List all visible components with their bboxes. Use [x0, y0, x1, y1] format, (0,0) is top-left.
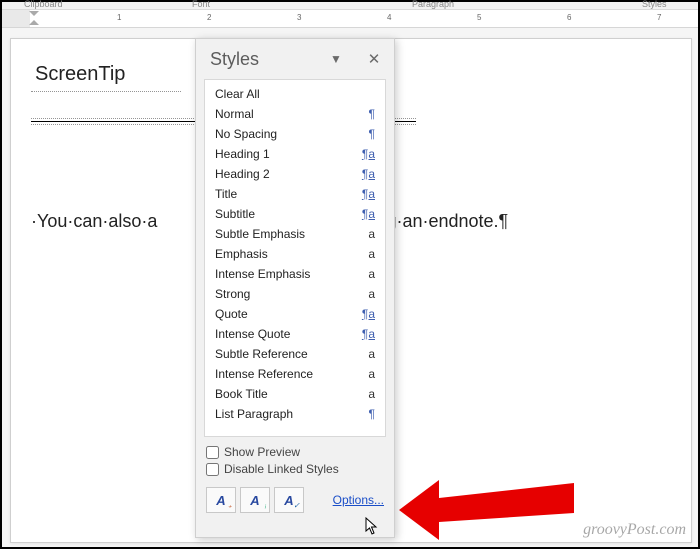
show-preview-label: Show Preview	[224, 445, 300, 459]
style-item-label: No Spacing	[215, 127, 357, 141]
style-item[interactable]: List Paragraph¶	[213, 404, 377, 424]
style-item-label: Heading 1	[215, 147, 357, 161]
style-item[interactable]: Heading 2¶a	[213, 164, 377, 184]
style-inspector-button[interactable]: Aᵢ	[240, 487, 270, 513]
style-item-label: Intense Reference	[215, 367, 357, 381]
style-item-label: Quote	[215, 307, 357, 321]
ruler-tick: 5	[477, 13, 481, 22]
close-icon[interactable]: ✕	[364, 50, 384, 68]
style-item[interactable]: Normal¶	[213, 104, 377, 124]
style-item-label: Emphasis	[215, 247, 357, 261]
style-item-label: Heading 2	[215, 167, 357, 181]
show-preview-checkbox[interactable]: Show Preview	[206, 445, 384, 459]
style-item[interactable]: Intense Referencea	[213, 364, 377, 384]
disable-linked-label: Disable Linked Styles	[224, 462, 339, 476]
style-item[interactable]: Subtitle¶a	[213, 204, 377, 224]
style-item[interactable]: Intense Emphasisa	[213, 264, 377, 284]
style-type-icon: a	[357, 367, 375, 381]
styles-pane[interactable]: Styles ▼ ✕ Clear AllNormal¶No Spacing¶He…	[195, 38, 395, 538]
style-type-icon: ¶a	[357, 327, 375, 341]
ruler-tick: 3	[297, 13, 301, 22]
ruler-left-margin	[2, 10, 30, 27]
disable-linked-styles-checkbox[interactable]: Disable Linked Styles	[206, 462, 384, 476]
style-item[interactable]: Clear All	[213, 84, 377, 104]
ruler-tick: 7	[657, 13, 661, 22]
manage-styles-button[interactable]: A✓	[274, 487, 304, 513]
style-item-label: Intense Emphasis	[215, 267, 357, 281]
style-item[interactable]: Quote¶a	[213, 304, 377, 324]
style-item-label: List Paragraph	[215, 407, 357, 421]
styles-pane-title: Styles	[210, 49, 326, 70]
ruler-tick: 6	[567, 13, 571, 22]
screentip-textbox[interactable]: ScreenTip	[31, 61, 183, 88]
styles-list[interactable]: Clear AllNormal¶No Spacing¶Heading 1¶aHe…	[204, 79, 386, 437]
style-item-label: Intense Quote	[215, 327, 357, 341]
style-item[interactable]: Stronga	[213, 284, 377, 304]
style-type-icon: a	[357, 387, 375, 401]
pane-menu-dropdown-icon[interactable]: ▼	[326, 52, 346, 66]
style-type-icon: a	[357, 347, 375, 361]
options-link[interactable]: Options...	[333, 493, 384, 507]
style-item-label: Subtle Emphasis	[215, 227, 357, 241]
ruler-tick: 4	[387, 13, 391, 22]
new-style-button[interactable]: A₊	[206, 487, 236, 513]
watermark: groovyPost.com	[583, 521, 686, 539]
ribbon-group-labels: Clipboard Font Paragraph Styles	[2, 2, 698, 10]
style-item-label: Subtle Reference	[215, 347, 357, 361]
style-item[interactable]: Subtle Referencea	[213, 344, 377, 364]
style-item[interactable]: Book Titlea	[213, 384, 377, 404]
style-item[interactable]: Intense Quote¶a	[213, 324, 377, 344]
style-item[interactable]: Emphasisa	[213, 244, 377, 264]
show-preview-input[interactable]	[206, 446, 219, 459]
indent-marker[interactable]	[29, 11, 39, 25]
style-item[interactable]: Subtle Emphasisa	[213, 224, 377, 244]
style-item[interactable]: Heading 1¶a	[213, 144, 377, 164]
style-type-icon: ¶	[357, 407, 375, 421]
style-item-label: Title	[215, 187, 357, 201]
body-text-right: g·an·endnote.¶	[386, 211, 508, 231]
style-type-icon: ¶a	[357, 307, 375, 321]
style-item-label: Subtitle	[215, 207, 357, 221]
style-type-icon: ¶	[357, 107, 375, 121]
style-type-icon: a	[357, 287, 375, 301]
ruler-tick: 1	[117, 13, 121, 22]
style-type-icon: a	[357, 227, 375, 241]
style-type-icon: a	[357, 247, 375, 261]
style-type-icon: ¶a	[357, 147, 375, 161]
style-type-icon: ¶a	[357, 207, 375, 221]
style-item-label: Clear All	[215, 87, 357, 101]
style-item-label: Normal	[215, 107, 357, 121]
style-type-icon: a	[357, 267, 375, 281]
styles-pane-header[interactable]: Styles ▼ ✕	[196, 39, 394, 79]
style-type-icon: ¶	[357, 127, 375, 141]
disable-linked-input[interactable]	[206, 463, 219, 476]
style-item-label: Book Title	[215, 387, 357, 401]
style-item-label: Strong	[215, 287, 357, 301]
screentip-title: ScreenTip	[35, 63, 179, 86]
style-type-icon: ¶a	[357, 187, 375, 201]
style-type-icon: ¶a	[357, 167, 375, 181]
ruler-tick: 2	[207, 13, 211, 22]
body-text-left: ·You·can·also·a	[31, 211, 157, 231]
textbox-border	[31, 91, 181, 92]
horizontal-ruler[interactable]: 1 2 3 4 5 6 7	[2, 10, 698, 28]
style-item[interactable]: Title¶a	[213, 184, 377, 204]
style-item[interactable]: No Spacing¶	[213, 124, 377, 144]
